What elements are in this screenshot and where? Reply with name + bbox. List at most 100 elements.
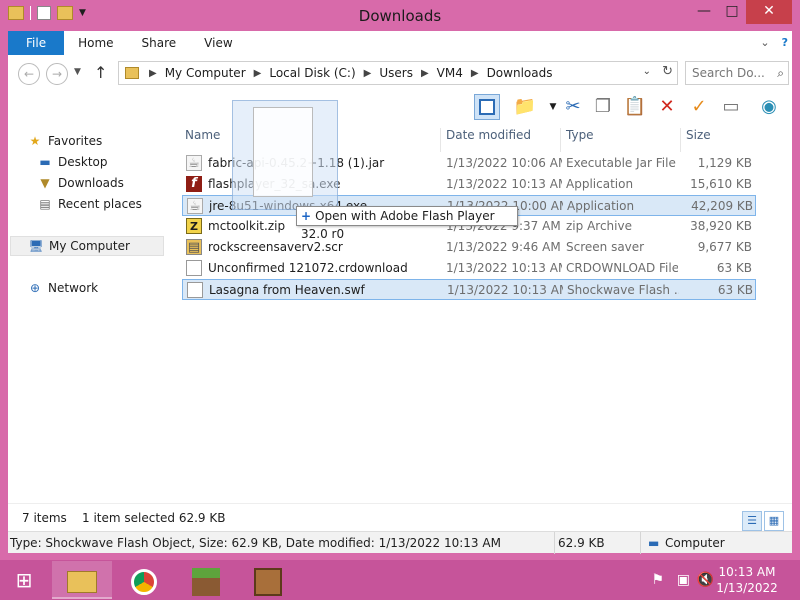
column-divider[interactable]: [560, 128, 561, 152]
address-row: ← → ▼ ↑ ▶ My Computer ▶ Local Disk (C:) …: [8, 55, 792, 91]
breadcrumb-my-computer[interactable]: My Computer: [161, 66, 250, 80]
chevron-right-icon[interactable]: ▶: [360, 68, 376, 79]
taskbar-minecraft[interactable]: [176, 561, 236, 599]
jar-icon: ☕: [186, 155, 202, 171]
column-divider[interactable]: [680, 128, 681, 152]
delete-icon[interactable]: ✕: [654, 94, 680, 120]
details-size: 62.9 KB: [558, 536, 605, 550]
up-button[interactable]: ↑: [94, 63, 107, 82]
taskbar-chrome[interactable]: [114, 561, 174, 599]
large-icons-view-icon[interactable]: ▦: [764, 511, 784, 531]
screensaver-icon: ▤: [186, 239, 202, 255]
clock-date: 1/13/2022: [716, 581, 778, 595]
crafting-table-icon: [254, 567, 282, 596]
chevron-down-icon[interactable]: ⌄: [643, 66, 651, 77]
file-row[interactable]: ▤ rockscreensaverv2.scr 1/13/2022 9:46 A…: [182, 237, 756, 258]
rename-icon[interactable]: ▭: [718, 94, 744, 120]
forward-button[interactable]: →: [46, 63, 68, 85]
nav-label: Downloads: [58, 176, 124, 190]
selection-info: 1 item selected 62.9 KB: [82, 511, 226, 525]
breadcrumb-local-disk[interactable]: Local Disk (C:): [265, 66, 359, 80]
drag-ghost: [232, 100, 338, 210]
star-icon: ★: [29, 134, 41, 148]
location-folder-icon: [125, 67, 139, 79]
search-icon[interactable]: ⌕: [777, 62, 784, 84]
nav-label: Recent places: [58, 197, 142, 211]
downloads-folder-icon: ▼: [40, 176, 50, 190]
shell-icon[interactable]: ◉: [756, 94, 782, 120]
nav-item-downloads[interactable]: ▼ Downloads: [36, 173, 124, 193]
maximize-button[interactable]: □: [718, 0, 746, 24]
zip-icon: Z: [186, 218, 202, 234]
column-size[interactable]: Size: [686, 128, 711, 142]
file-date: 1/13/2022 10:13 AM: [447, 283, 563, 297]
file-size: 42,209 KB: [691, 199, 753, 213]
copy-icon[interactable]: ❐: [590, 94, 616, 120]
ribbon-tabs: File Home Share View: [8, 31, 792, 55]
window-controls: — □ ✕: [690, 0, 792, 24]
taskbar: ⊞ ⚑ ▣ 🔇 10:13 AM 1/13/2022: [0, 560, 800, 600]
tab-share[interactable]: Share: [128, 31, 191, 55]
chevron-right-icon[interactable]: ▶: [467, 68, 483, 79]
details-view-icon[interactable]: ☰: [742, 511, 762, 531]
recent-locations-icon[interactable]: ▼: [74, 67, 81, 77]
tab-home[interactable]: Home: [64, 31, 127, 55]
tab-view[interactable]: View: [190, 31, 246, 55]
nav-item-favorites[interactable]: ★ Favorites: [26, 131, 103, 151]
column-name[interactable]: Name: [185, 128, 220, 142]
tab-file[interactable]: File: [8, 31, 65, 55]
action-center-flag-icon[interactable]: ⚑: [651, 572, 664, 588]
file-row[interactable]: Lasagna from Heaven.swf 1/13/2022 10:13 …: [182, 279, 756, 300]
close-button[interactable]: ✕: [746, 0, 792, 24]
recent-places-icon: ▤: [39, 197, 51, 211]
breadcrumb-vm4[interactable]: VM4: [433, 66, 467, 80]
move-to-icon[interactable]: 📁: [512, 94, 538, 120]
file-type: zip Archive: [566, 219, 632, 233]
file-type: CRDOWNLOAD File: [566, 261, 678, 275]
nav-item-my-computer[interactable]: 🖥 My Computer: [10, 236, 164, 256]
preview-pane-icon[interactable]: [474, 94, 500, 120]
address-bar[interactable]: ▶ My Computer ▶ Local Disk (C:) ▶ Users …: [118, 61, 678, 85]
refresh-icon[interactable]: ↻: [662, 64, 673, 79]
navigation-pane: ★ Favorites ▬ Desktop ▼ Downloads ▤ Rece…: [8, 123, 168, 503]
column-type[interactable]: Type: [566, 128, 594, 142]
explorer-window: ▼ Downloads — □ ✕ File Home Share View ⌄…: [0, 0, 800, 560]
file-row[interactable]: Unconfirmed 121072.crdownload 1/13/2022 …: [182, 258, 756, 279]
column-divider[interactable]: [440, 128, 441, 152]
status-bar: 7 items 1 item selected 62.9 KB ☰ ▦: [8, 503, 792, 531]
expand-ribbon-icon[interactable]: ⌄: [760, 36, 769, 49]
details-text: Type: Shockwave Flash Object, Size: 62.9…: [10, 536, 501, 550]
network-icon: ⊕: [29, 281, 41, 295]
flash-icon: f: [186, 176, 202, 192]
java-icon: ☕: [187, 198, 203, 214]
taskbar-file-explorer[interactable]: [52, 561, 112, 599]
back-button[interactable]: ←: [18, 63, 40, 85]
nav-item-desktop[interactable]: ▬ Desktop: [36, 152, 108, 172]
search-input[interactable]: Search Do... ⌕: [685, 61, 789, 85]
nav-label: Favorites: [48, 134, 103, 148]
nav-label: Network: [48, 281, 99, 295]
nav-label: Desktop: [58, 155, 108, 169]
column-date-modified[interactable]: Date modified: [446, 128, 531, 142]
network-status-icon[interactable]: ▣: [677, 572, 690, 588]
checkmark-icon[interactable]: ✓: [686, 94, 712, 120]
minimize-button[interactable]: —: [690, 0, 718, 24]
breadcrumb-users[interactable]: Users: [375, 66, 417, 80]
file-name: Unconfirmed 121072.crdownload: [208, 261, 408, 275]
clock[interactable]: 10:13 AM 1/13/2022: [712, 564, 782, 596]
chevron-right-icon[interactable]: ▶: [145, 68, 161, 79]
nav-item-recent-places[interactable]: ▤ Recent places: [36, 194, 142, 214]
file-icon: [186, 260, 202, 276]
breadcrumb-downloads[interactable]: Downloads: [483, 66, 557, 80]
chevron-right-icon[interactable]: ▶: [417, 68, 433, 79]
nav-item-network[interactable]: ⊕ Network: [26, 278, 98, 298]
help-icon[interactable]: ?: [782, 36, 788, 49]
taskbar-crafting-table[interactable]: [238, 561, 298, 599]
paste-icon[interactable]: 📋: [622, 94, 648, 120]
main-content: ★ Favorites ▬ Desktop ▼ Downloads ▤ Rece…: [8, 123, 792, 503]
file-date: 1/13/2022 10:13 AM: [446, 177, 562, 191]
cut-icon[interactable]: ✂: [560, 94, 586, 120]
title-bar: ▼ Downloads — □ ✕: [0, 0, 800, 30]
start-button[interactable]: ⊞: [0, 561, 48, 599]
chevron-right-icon[interactable]: ▶: [250, 68, 266, 79]
